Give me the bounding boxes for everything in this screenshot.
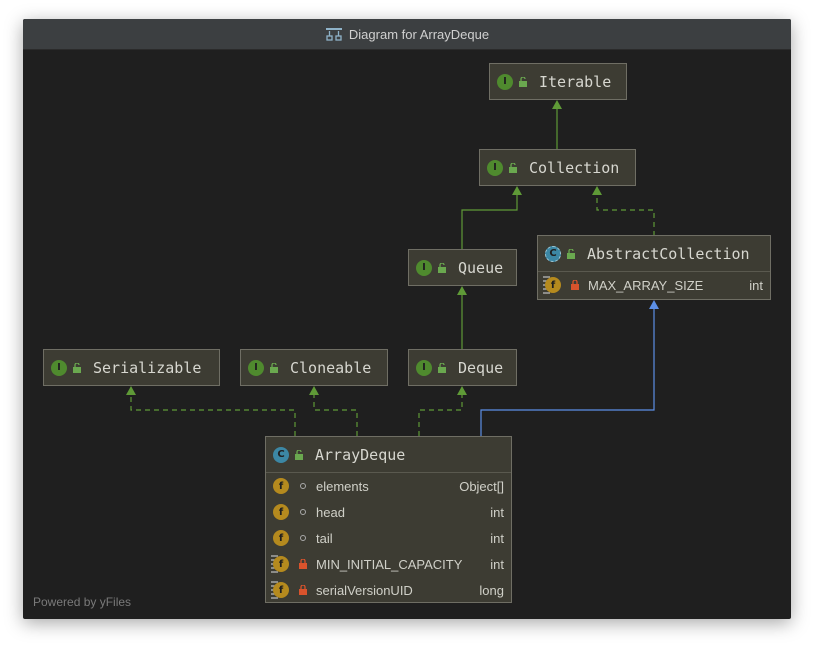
node-name: Cloneable <box>290 358 372 377</box>
static-field-badge-icon: f <box>271 555 289 573</box>
class-badge-icon: C <box>273 446 289 463</box>
field-row[interactable]: f tail int <box>266 525 511 551</box>
window-title: Diagram for ArrayDeque <box>348 26 490 42</box>
public-unlock-icon <box>509 162 517 173</box>
interface-badge-icon: I <box>497 73 513 90</box>
node-name: Deque <box>458 358 504 377</box>
public-unlock-icon <box>73 362 81 373</box>
public-unlock-icon <box>438 362 446 373</box>
diagram-icon <box>325 28 342 41</box>
interface-badge-icon: I <box>248 359 264 376</box>
static-field-badge-icon: f <box>543 276 561 294</box>
edge-abstractcollection-collection <box>592 186 655 236</box>
public-unlock-icon <box>438 262 446 273</box>
node-iterable[interactable]: I Iterable <box>489 63 627 100</box>
package-private-icon <box>300 509 306 515</box>
field-name: MIN_INITIAL_CAPACITY <box>316 556 463 572</box>
node-deque[interactable]: I Deque <box>408 349 517 386</box>
field-type: int <box>490 504 504 520</box>
field-name: serialVersionUID <box>316 582 413 598</box>
static-field-badge-icon: f <box>271 581 289 599</box>
field-row[interactable]: f MAX_ARRAY_SIZE int <box>538 272 770 298</box>
node-collection[interactable]: I Collection <box>479 149 636 186</box>
field-row[interactable]: f head int <box>266 499 511 525</box>
edge-collection-iterable <box>552 100 562 152</box>
node-cloneable[interactable]: I Cloneable <box>240 349 388 386</box>
private-lock-icon <box>299 585 307 595</box>
window-titlebar[interactable]: Diagram for ArrayDeque <box>23 19 791 50</box>
field-type: int <box>749 277 763 293</box>
node-name: Iterable <box>539 72 612 91</box>
public-unlock-icon <box>270 362 278 373</box>
field-list: f MAX_ARRAY_SIZE int <box>538 271 770 298</box>
field-type: Object[] <box>459 478 504 494</box>
powered-by-watermark: Powered by yFiles <box>33 595 132 609</box>
interface-badge-icon: I <box>416 259 432 276</box>
field-type: int <box>490 530 504 546</box>
node-name: Collection <box>529 158 620 177</box>
field-type: long <box>479 582 504 598</box>
node-serializable[interactable]: I Serializable <box>43 349 220 386</box>
private-lock-icon <box>571 280 579 290</box>
interface-badge-icon: I <box>487 159 503 176</box>
field-type: int <box>490 556 504 572</box>
public-unlock-icon <box>519 76 527 87</box>
public-unlock-icon <box>567 248 575 259</box>
edge-queue-collection <box>461 186 522 250</box>
field-name: tail <box>316 530 333 546</box>
field-badge-icon: f <box>273 478 289 494</box>
diagram-window: I Iterable I Collection I Queue C Abstra… <box>23 19 791 619</box>
node-name: Serializable <box>93 358 202 377</box>
node-name: AbstractCollection <box>587 244 750 263</box>
field-badge-icon: f <box>273 504 289 520</box>
public-unlock-icon <box>295 449 303 460</box>
private-lock-icon <box>299 559 307 569</box>
edge-arraydeque-serializable <box>126 386 296 436</box>
field-row[interactable]: f serialVersionUID long <box>266 577 511 603</box>
field-list: f elements Object[] f head int f tail in… <box>266 472 511 603</box>
field-name: MAX_ARRAY_SIZE <box>588 277 704 293</box>
abstract-class-badge-icon: C <box>545 245 561 262</box>
field-name: elements <box>316 478 369 494</box>
package-private-icon <box>300 483 306 489</box>
edge-arraydeque-deque <box>418 386 467 436</box>
edge-arraydeque-cloneable <box>309 386 358 436</box>
node-queue[interactable]: I Queue <box>408 249 517 286</box>
node-abstract-collection[interactable]: C AbstractCollection f MAX_ARRAY_SIZE in… <box>537 235 771 300</box>
node-name: ArrayDeque <box>315 445 406 464</box>
field-name: head <box>316 504 345 520</box>
interface-badge-icon: I <box>51 359 67 376</box>
package-private-icon <box>300 535 306 541</box>
interface-badge-icon: I <box>416 359 432 376</box>
field-badge-icon: f <box>273 530 289 546</box>
node-name: Queue <box>458 258 504 277</box>
edge-deque-queue <box>457 286 467 350</box>
diagram-canvas[interactable]: I Iterable I Collection I Queue C Abstra… <box>23 19 791 619</box>
field-row[interactable]: f elements Object[] <box>266 473 511 499</box>
node-array-deque[interactable]: C ArrayDeque f elements Object[] f head … <box>265 436 512 603</box>
field-row[interactable]: f MIN_INITIAL_CAPACITY int <box>266 551 511 577</box>
